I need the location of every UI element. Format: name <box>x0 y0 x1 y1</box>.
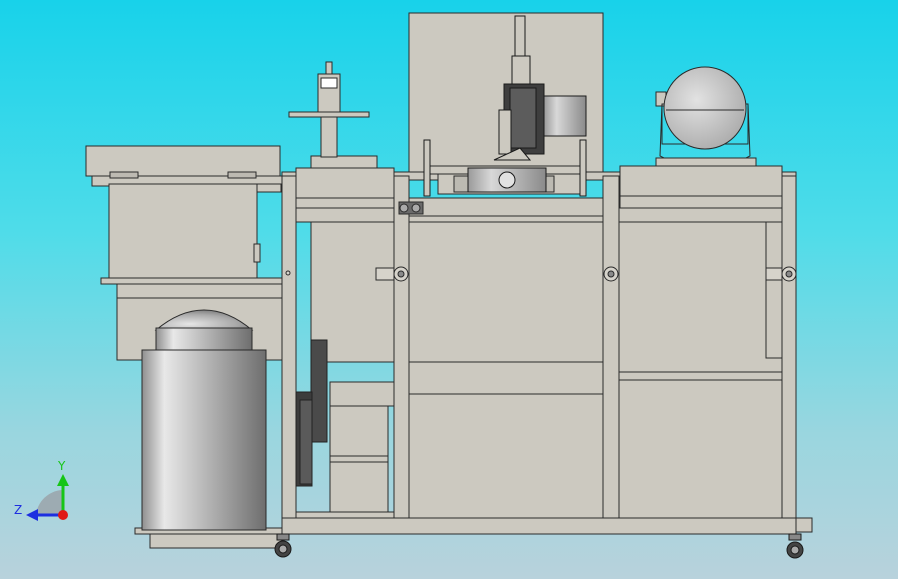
y-axis-label: Y <box>57 459 66 473</box>
triad-origin <box>58 510 68 520</box>
z-axis-label: Z <box>14 503 22 517</box>
graphics-viewport[interactable]: Y Z <box>0 0 898 579</box>
coordinate-triad: Y Z <box>14 459 69 521</box>
